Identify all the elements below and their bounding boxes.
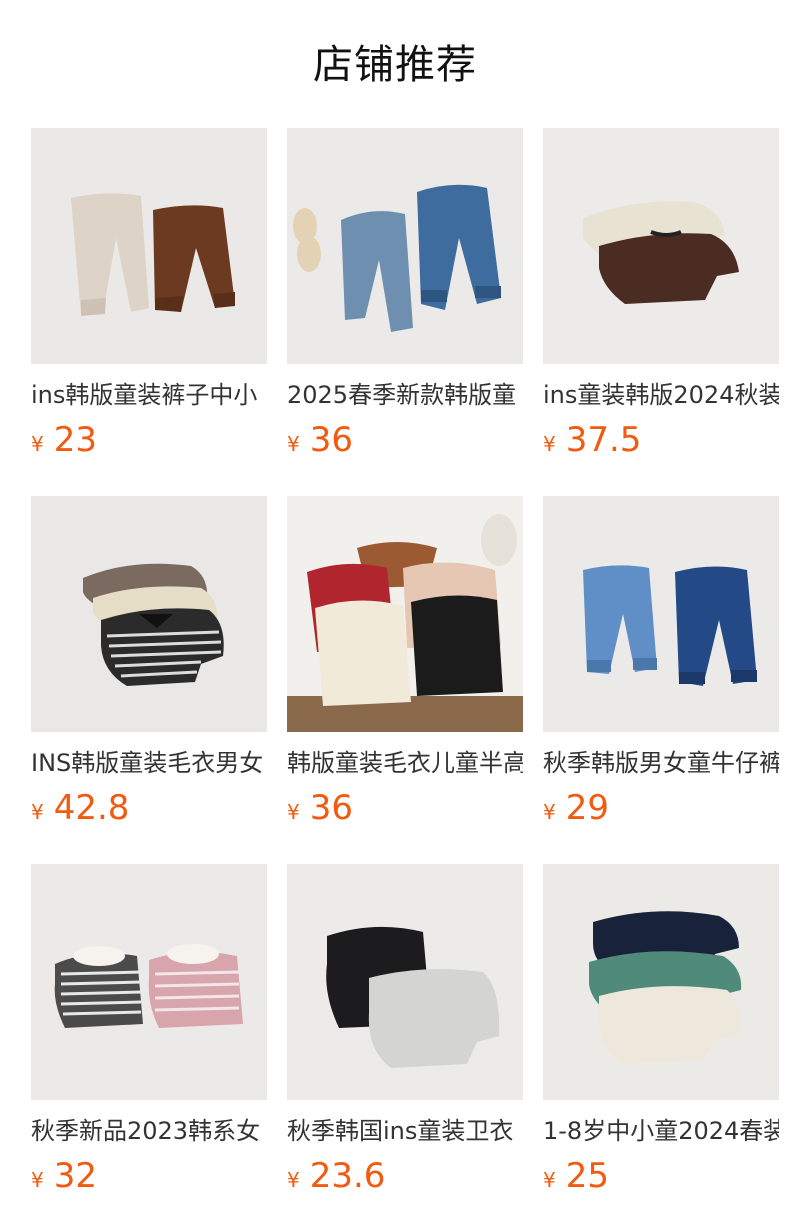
product-price: ¥23 xyxy=(31,419,267,461)
product-title[interactable]: ins童装韩版2024秋装 xyxy=(543,379,779,411)
product-card[interactable]: ins韩版童装裤子中小 ¥23 xyxy=(31,128,267,461)
product-image[interactable] xyxy=(31,864,267,1100)
product-price: ¥36 xyxy=(287,419,523,461)
price-amount: 23 xyxy=(53,420,97,460)
product-title[interactable]: 秋季韩版男女童牛仔裤 xyxy=(543,747,779,779)
product-card[interactable]: 秋季韩版男女童牛仔裤 ¥29 xyxy=(543,496,779,829)
product-price: ¥42.8 xyxy=(31,787,267,829)
product-image[interactable] xyxy=(287,864,523,1100)
product-price: ¥32 xyxy=(31,1155,267,1197)
product-card[interactable]: 韩版童装毛衣儿童半高 ¥36 xyxy=(287,496,523,829)
product-title[interactable]: INS韩版童装毛衣男女 xyxy=(31,747,267,779)
product-title[interactable]: 2025春季新款韩版童 xyxy=(287,379,523,411)
product-image[interactable] xyxy=(543,128,779,364)
product-title[interactable]: ins韩版童装裤子中小 xyxy=(31,379,267,411)
currency-symbol: ¥ xyxy=(543,1168,556,1192)
product-card[interactable]: 秋季新品2023韩系女 ¥32 xyxy=(31,864,267,1197)
currency-symbol: ¥ xyxy=(543,432,556,456)
product-title[interactable]: 秋季韩国ins童装卫衣 xyxy=(287,1115,523,1147)
product-title[interactable]: 秋季新品2023韩系女 xyxy=(31,1115,267,1147)
product-title[interactable]: 1-8岁中小童2024春装 xyxy=(543,1115,779,1147)
product-image[interactable] xyxy=(31,496,267,732)
price-amount: 23.6 xyxy=(309,1156,386,1196)
price-amount: 36 xyxy=(309,420,353,460)
currency-symbol: ¥ xyxy=(31,1168,44,1192)
currency-symbol: ¥ xyxy=(31,800,44,824)
price-amount: 29 xyxy=(565,788,609,828)
product-price: ¥36 xyxy=(287,787,523,829)
product-card[interactable]: 秋季韩国ins童装卫衣 ¥23.6 xyxy=(287,864,523,1197)
product-price: ¥37.5 xyxy=(543,419,779,461)
product-title[interactable]: 韩版童装毛衣儿童半高 xyxy=(287,747,523,779)
price-amount: 32 xyxy=(53,1156,97,1196)
product-image[interactable] xyxy=(31,128,267,364)
currency-symbol: ¥ xyxy=(287,432,300,456)
price-amount: 42.8 xyxy=(53,788,130,828)
currency-symbol: ¥ xyxy=(287,1168,300,1192)
currency-symbol: ¥ xyxy=(287,800,300,824)
product-price: ¥23.6 xyxy=(287,1155,523,1197)
product-card[interactable]: ins童装韩版2024秋装 ¥37.5 xyxy=(543,128,779,461)
price-amount: 25 xyxy=(565,1156,609,1196)
product-image[interactable] xyxy=(543,864,779,1100)
product-price: ¥29 xyxy=(543,787,779,829)
product-card[interactable]: 2025春季新款韩版童 ¥36 xyxy=(287,128,523,461)
store-recommendations-page: 店铺推荐 ins韩版童装裤子中小 ¥23 2025春季新款韩版童 ¥ 36 in… xyxy=(0,0,790,1232)
section-title: 店铺推荐 xyxy=(313,42,477,88)
price-amount: 36 xyxy=(309,788,353,828)
product-image[interactable] xyxy=(287,128,523,364)
currency-symbol: ¥ xyxy=(543,800,556,824)
product-card[interactable]: INS韩版童装毛衣男女 ¥42.8 xyxy=(31,496,267,829)
currency-symbol: ¥ xyxy=(31,432,44,456)
product-price: ¥25 xyxy=(543,1155,779,1197)
product-image[interactable] xyxy=(543,496,779,732)
product-card[interactable]: 1-8岁中小童2024春装 ¥25 xyxy=(543,864,779,1197)
price-amount: 37.5 xyxy=(565,420,642,460)
product-image[interactable] xyxy=(287,496,523,732)
